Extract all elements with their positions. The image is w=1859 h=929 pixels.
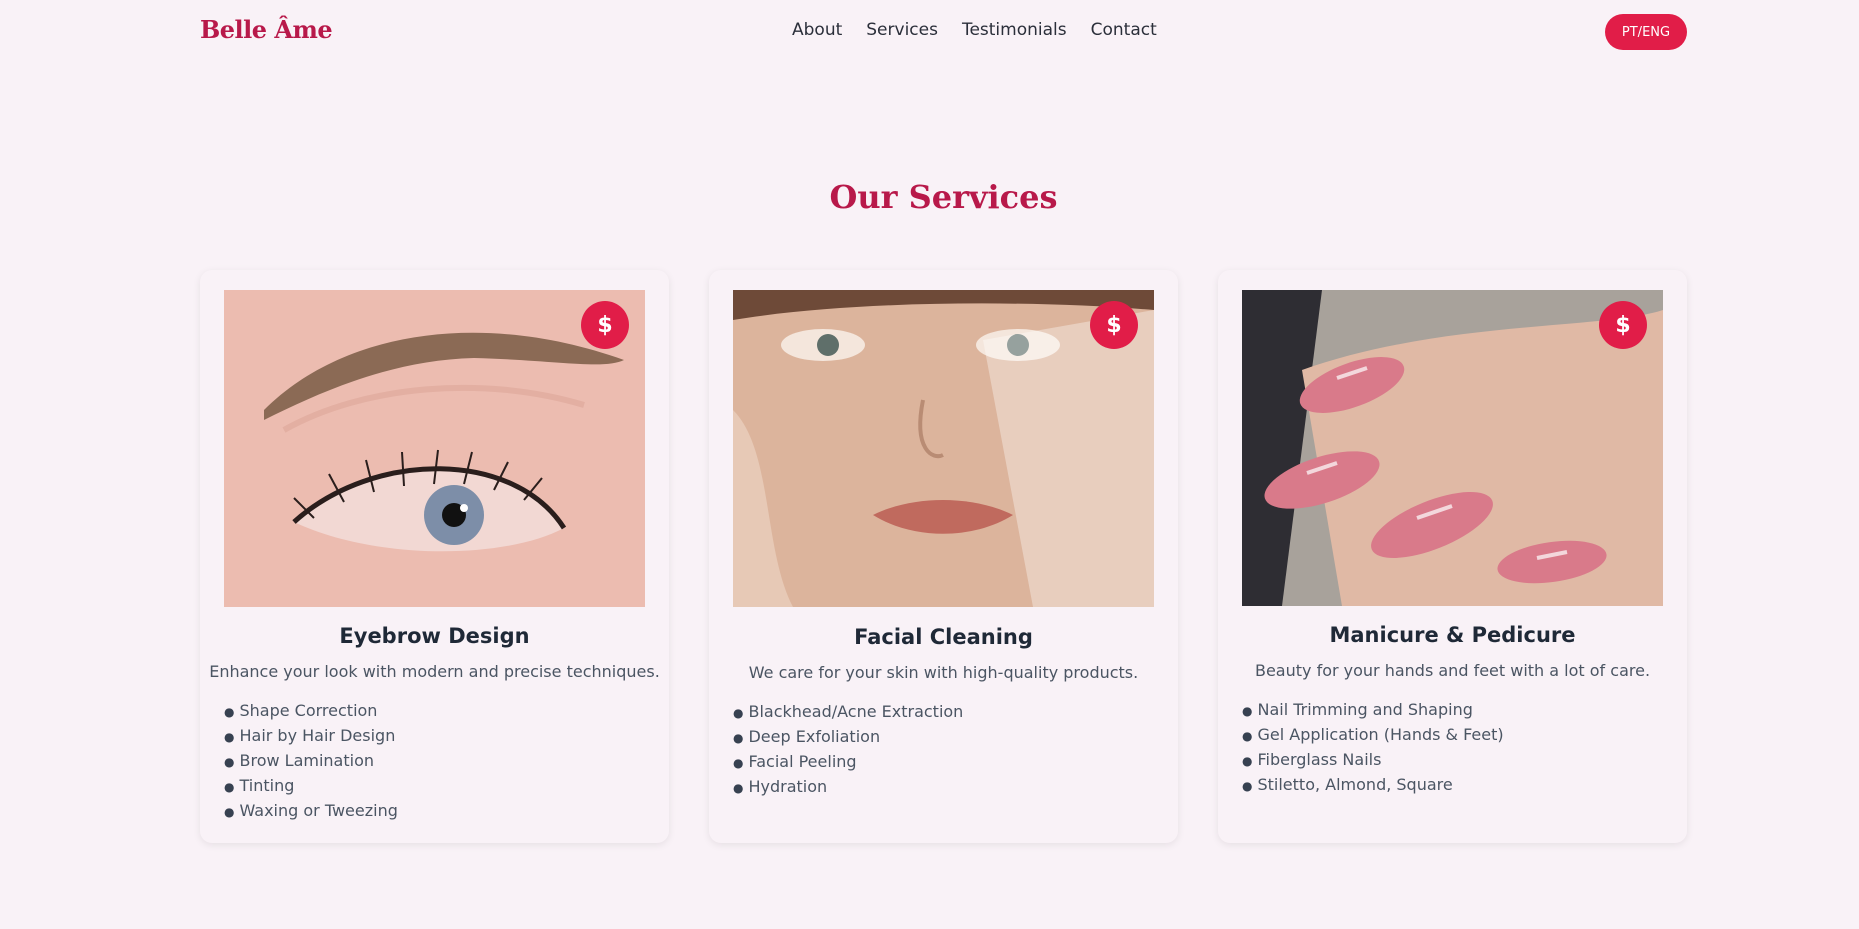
eyebrow-image: $ [224, 290, 645, 607]
list-item: Shape Correction [224, 699, 398, 724]
nav-services[interactable]: Services [866, 20, 938, 40]
nav-contact[interactable]: Contact [1091, 20, 1157, 40]
service-card-manicure: $ Manicure & Pedicure Beauty for your ha… [1218, 270, 1687, 843]
main-nav: About Services Testimonials Contact [792, 20, 1157, 40]
card-description: Enhance your look with modern and precis… [209, 662, 660, 681]
service-list: Shape Correction Hair by Hair Design Bro… [224, 699, 398, 824]
list-item: Hydration [733, 775, 963, 800]
list-item: Waxing or Tweezing [224, 799, 397, 824]
list-item: Tinting [224, 774, 398, 799]
manicure-image: $ [1242, 290, 1663, 606]
page: Belle Âme About Services Testimonials Co… [0, 0, 1859, 929]
service-list: Blackhead/Acne Extraction Deep Exfoliati… [733, 700, 963, 800]
list-item: Deep Exfoliation [733, 725, 963, 750]
card-title: Manicure & Pedicure [1329, 623, 1576, 647]
list-item: Stiletto, Almond, Square [1242, 773, 1504, 798]
list-item: Hair by Hair Design [224, 724, 398, 749]
card-description: Beauty for your hands and feet with a lo… [1254, 661, 1651, 680]
price-badge[interactable]: $ [1599, 301, 1647, 349]
list-item: Blackhead/Acne Extraction [733, 700, 963, 725]
list-item: Gel Application (Hands & Feet) [1242, 723, 1503, 748]
card-title: Facial Cleaning [854, 625, 1033, 649]
card-title: Eyebrow Design [339, 624, 530, 648]
facial-image: $ [733, 290, 1154, 607]
logo[interactable]: Belle Âme [200, 15, 333, 44]
service-list: Nail Trimming and Shaping Gel Applicatio… [1242, 698, 1504, 798]
nav-testimonials[interactable]: Testimonials [962, 20, 1067, 40]
list-item: Fiberglass Nails [1242, 748, 1504, 773]
site-header: Belle Âme About Services Testimonials Co… [0, 0, 1859, 64]
services-section-title: Our Services [829, 178, 1058, 216]
price-badge[interactable]: $ [581, 301, 629, 349]
price-badge[interactable]: $ [1090, 301, 1138, 349]
service-card-eyebrow: $ Eyebrow Design Enhance your look with … [200, 270, 669, 843]
service-card-facial: $ Facial Cleaning We care for your skin … [709, 270, 1178, 843]
nav-about[interactable]: About [792, 20, 842, 40]
language-toggle-button[interactable]: PT/ENG [1605, 14, 1687, 50]
eye-illustration [224, 290, 645, 607]
list-item: Facial Peeling [733, 750, 963, 775]
nails-illustration [1242, 290, 1663, 606]
list-item: Brow Lamination [224, 749, 398, 774]
card-description: We care for your skin with high-quality … [748, 663, 1139, 682]
face-illustration [733, 290, 1154, 607]
list-item: Nail Trimming and Shaping [1242, 698, 1504, 723]
